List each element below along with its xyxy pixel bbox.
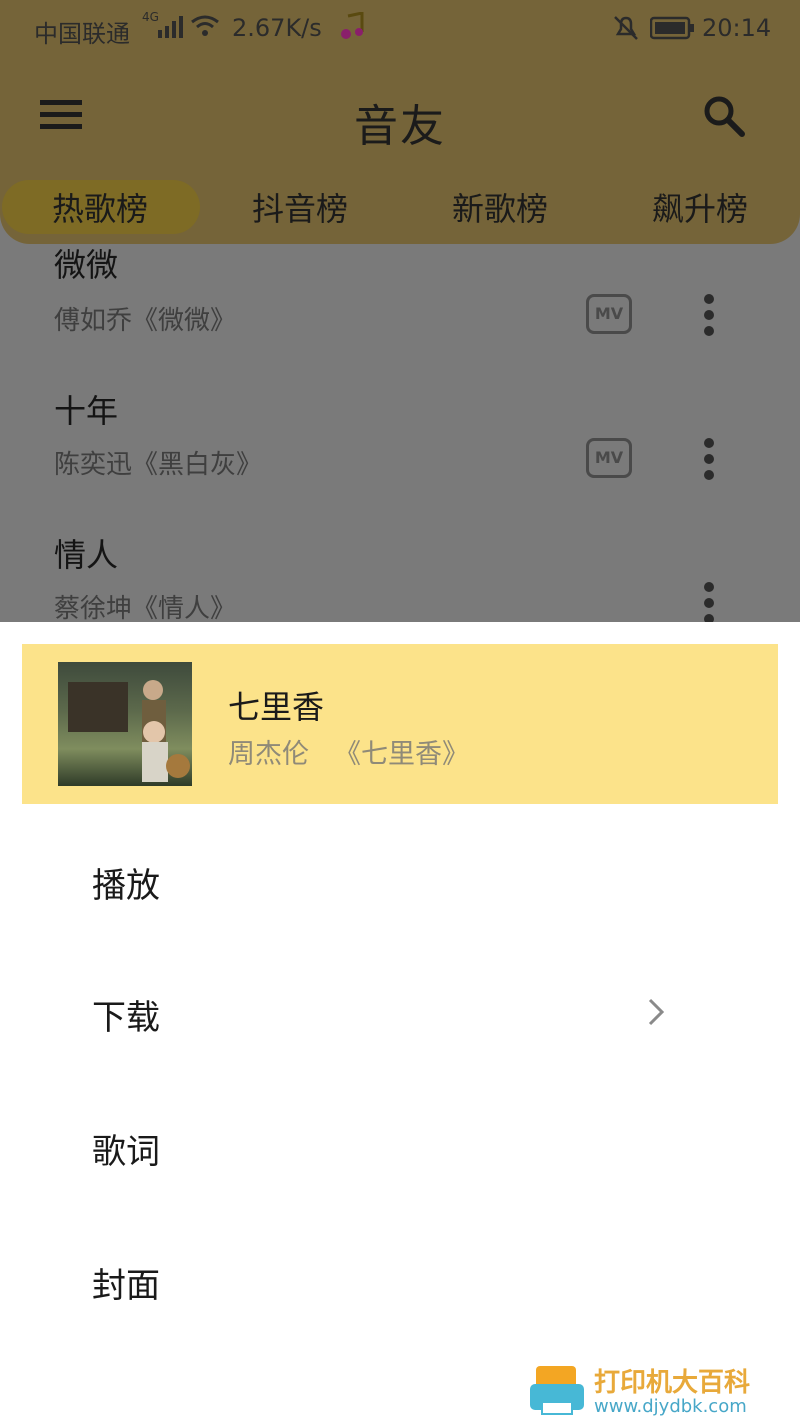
battery-icon xyxy=(649,16,696,44)
tab-rising[interactable]: 飙升榜 xyxy=(600,184,800,234)
chevron-right-icon[interactable] xyxy=(646,996,666,1032)
song-subtitle: 傅如乔《微微》 xyxy=(54,306,237,336)
tab-douyin[interactable]: 抖音榜 xyxy=(200,184,400,234)
watermark-text: 打印机大百科 xyxy=(594,1368,751,1398)
song-title[interactable]: 十年 xyxy=(54,386,118,432)
mute-bell-icon xyxy=(612,14,640,46)
signal-icon xyxy=(158,16,184,42)
mv-icon[interactable]: MV xyxy=(586,294,632,334)
music-note-icon xyxy=(340,11,364,44)
tab-new[interactable]: 新歌榜 xyxy=(400,184,600,234)
menu-item-cover[interactable]: 封面 xyxy=(92,1258,160,1307)
more-vert-icon[interactable] xyxy=(704,438,716,486)
clock: 20:14 xyxy=(702,14,772,42)
song-subtitle: 蔡徐坤《情人》 xyxy=(54,594,237,624)
search-icon[interactable] xyxy=(702,94,746,142)
watermark-url: www.djydbk.com xyxy=(594,1396,747,1417)
menu-item-download[interactable]: 下载 xyxy=(92,990,160,1039)
sheet-song-artist: 周杰伦 xyxy=(228,739,309,770)
menu-item-lyrics[interactable]: 歌词 xyxy=(92,1124,160,1173)
album-cover-image xyxy=(58,662,192,786)
wifi-icon xyxy=(190,14,220,42)
sheet-song-album: 《七里香》 xyxy=(334,739,469,770)
more-vert-icon[interactable] xyxy=(704,294,716,342)
tab-hot[interactable]: 热歌榜 xyxy=(0,184,200,234)
menu-item-play[interactable]: 播放 xyxy=(92,858,160,907)
watermark-logo: 打印机大百科 www.djydbk.com xyxy=(528,1362,798,1418)
network-type: 4G xyxy=(142,10,159,24)
mv-icon[interactable]: MV xyxy=(586,438,632,478)
carrier-name: 中国联通 xyxy=(34,20,130,48)
song-subtitle: 陈奕迅《黑白灰》 xyxy=(54,450,263,480)
song-title[interactable]: 情人 xyxy=(54,530,118,576)
song-title[interactable]: 微微 xyxy=(54,240,118,286)
network-speed: 2.67K/s xyxy=(232,14,322,42)
page-title: 音友 xyxy=(354,101,446,152)
sheet-song-title: 七里香 xyxy=(228,688,325,726)
